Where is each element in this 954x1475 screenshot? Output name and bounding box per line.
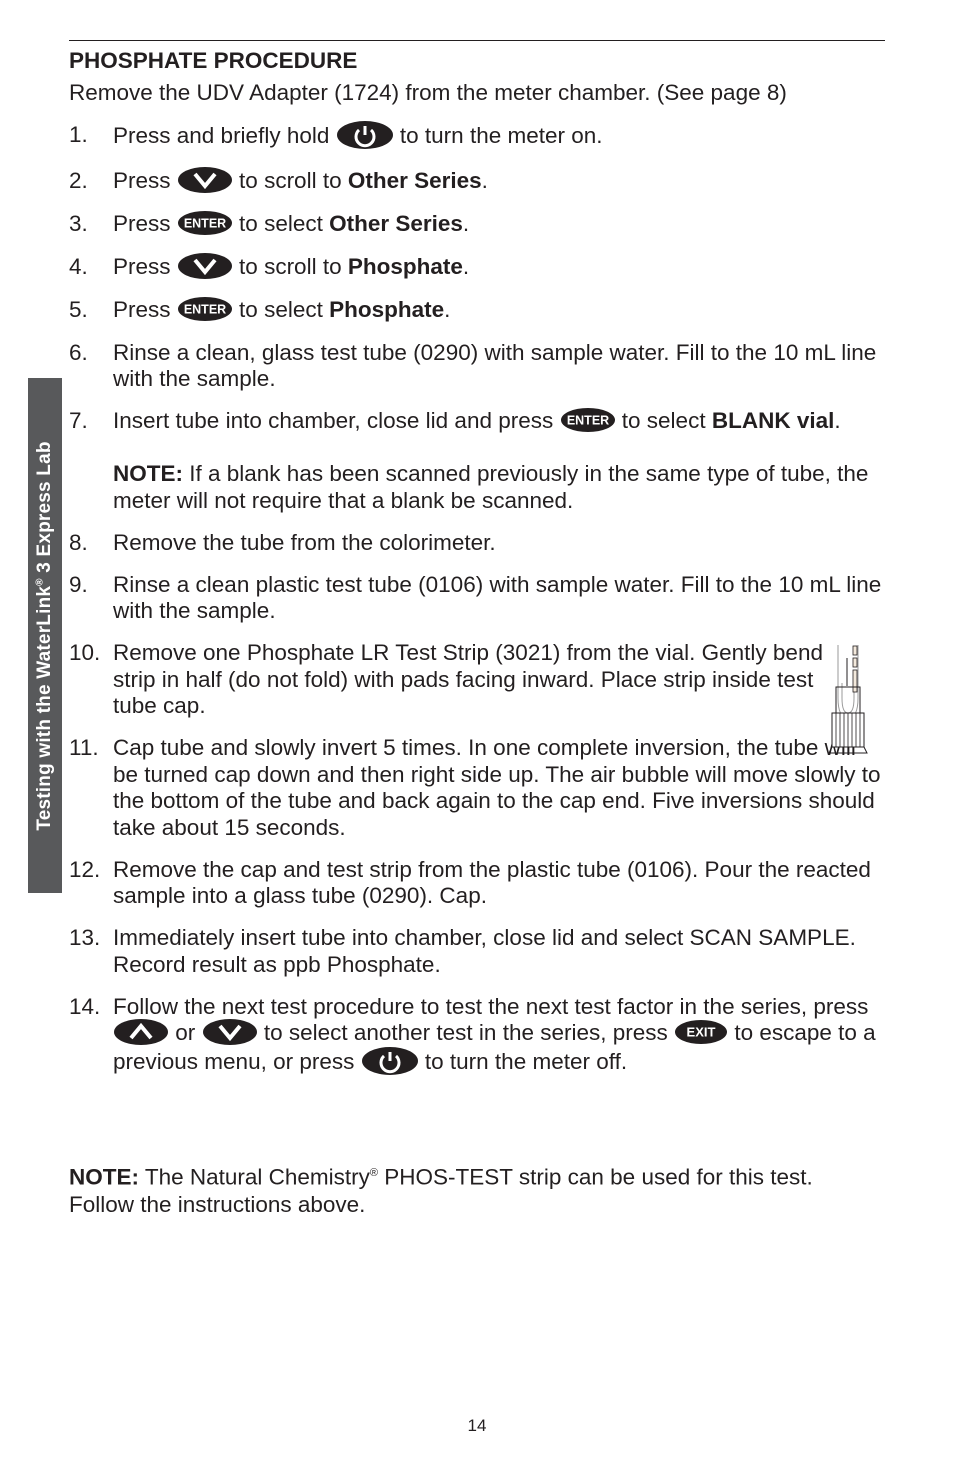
power-button-icon [361,1046,419,1076]
step-1: 1. Press and briefly hold to turn the me… [69,120,884,152]
step-number: 12. [69,856,101,882]
step-14: 14. Follow the next test procedure to te… [69,994,884,1079]
note-label: NOTE: [113,461,183,487]
step-bold-text: Phosphate [329,297,445,323]
step-10: 10. Remove one Phosphate LR Test Strip (… [69,640,884,720]
step-7-note: NOTE: If a blank has been scanned previo… [113,461,884,514]
step-number: 1. [69,122,88,147]
step-text: to scroll to [239,253,348,279]
note-label: NOTE: [69,1164,139,1190]
step-text: Follow the next test procedure to test t… [113,993,869,1019]
step-4: 4. Press to scroll to Phosphate. [69,252,884,282]
intro-text: Remove the UDV Adapter (1724) from the m… [69,80,787,105]
step-5: 5. Press ENTER to select Phosphate. [69,297,884,324]
step-text: . [462,211,470,237]
step-text: Remove one Phosphate LR Test Strip (3021… [113,640,823,719]
step-text: . [462,253,470,279]
procedure-content: PHOSPHATE PROCEDURE Remove the UDV Adapt… [69,46,884,1078]
page-title: PHOSPHATE PROCEDURE [69,48,358,73]
step-text: Rinse a clean, glass test tube (0290) wi… [113,339,877,392]
step-number: 14. [69,993,101,1019]
top-rule [69,40,885,41]
step-11: 11. Cap tube and slowly invert 5 times. … [69,735,884,841]
note-text: If a blank has been scanned previously i… [113,461,869,513]
step-text: . [481,167,488,193]
registered-mark: ® [369,1167,379,1179]
step-text: Press [113,253,171,279]
step-text: Insert tube into chamber, close lid and … [113,408,554,434]
step-number: 7. [69,408,88,434]
enter-button-icon: ENTER [560,407,616,433]
step-12: 12. Remove the cap and test strip from t… [69,857,884,910]
step-text: or [175,1020,196,1046]
step-text: . [834,408,841,434]
step-3: 3. Press ENTER to select Other Series. [69,211,884,238]
svg-text:EXIT: EXIT [687,1025,716,1040]
procedure-steps: 1. Press and briefly hold to turn the me… [69,120,884,1079]
step-text: Press [113,211,171,237]
power-button-icon [336,120,394,150]
section-side-tab: Testing with the WaterLink® 3 Express La… [28,378,62,893]
step-6: 6. Rinse a clean, glass test tube (0290)… [69,340,884,393]
up-arrow-button-icon [113,1018,169,1046]
step-2: 2. Press to scroll to Other Series. [69,166,884,196]
svg-text:ENTER: ENTER [566,414,608,428]
step-number: 4. [69,253,88,279]
step-text: Cap tube and slowly invert 5 times. In o… [113,735,881,840]
side-tab-label: Testing with the WaterLink® 3 Express La… [34,440,55,831]
enter-button-icon: ENTER [177,210,233,236]
down-arrow-button-icon [177,166,233,194]
step-number: 11. [69,735,99,761]
step-bold-text: Other Series [347,167,482,193]
step-text: Press [113,297,171,323]
step-text: Immediately insert tube into chamber, cl… [113,925,856,977]
step-7: 7. Insert tube into chamber, close lid a… [69,408,884,514]
svg-text:ENTER: ENTER [184,303,226,317]
enter-button-icon: ENTER [177,296,233,322]
step-number: 6. [69,339,88,365]
svg-text:ENTER: ENTER [184,217,226,231]
step-text: Remove the tube from the colorimeter. [113,529,496,555]
step-number: 13. [69,925,101,951]
step-text: to select [239,297,330,323]
step-text: to scroll to [239,167,348,193]
step-number: 8. [69,529,88,555]
step-text: Remove the cap and test strip from the p… [113,856,871,909]
step-text: . [444,297,451,323]
step-number: 2. [69,167,88,193]
step-text: Press [113,167,171,193]
step-text: to select [621,408,712,434]
page-number: 14 [467,1416,487,1435]
step-bold-text: Other Series [329,211,463,237]
step-number: 3. [69,211,88,237]
step-number: 9. [69,571,88,597]
note-text: The Natural Chemistry [139,1164,370,1190]
step-bold-text: Phosphate [347,253,463,279]
step-number: 5. [69,297,88,323]
step-13: 13. Immediately insert tube into chamber… [69,925,884,978]
step-text: to select another test in the series, pr… [263,1020,668,1046]
down-arrow-button-icon [177,252,233,280]
step-8: 8. Remove the tube from the colorimeter. [69,530,884,557]
final-note: NOTE: The Natural Chemistry® PHOS-TEST s… [69,1160,884,1218]
step-text: Press and briefly hold [113,122,330,148]
step-number: 10. [69,640,101,666]
step-text: to turn the meter off. [424,1049,628,1075]
step-bold-text: BLANK vial [711,408,835,434]
step-text: Rinse a clean plastic test tube (0106) w… [113,571,882,624]
step-text: to select [239,211,330,237]
step-text: to turn the meter on. [399,122,603,148]
test-tube-cap-strip-illustration [826,643,870,760]
down-arrow-button-icon [202,1018,258,1046]
step-9: 9. Rinse a clean plastic test tube (0106… [69,572,884,625]
exit-button-icon: EXIT [674,1019,728,1045]
